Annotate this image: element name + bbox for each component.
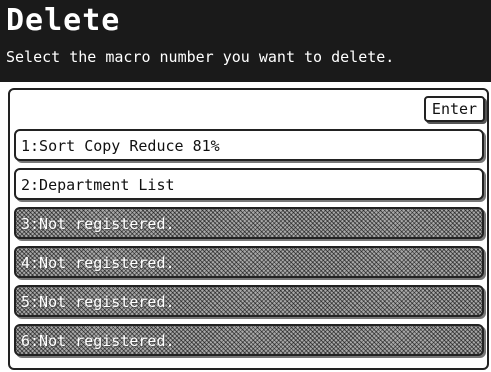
instruction-text: Select the macro number you want to dele… (6, 48, 395, 66)
macro-item-label: 5:Not registered. (21, 293, 175, 311)
enter-button[interactable]: Enter (424, 96, 485, 122)
macro-item-label: 3:Not registered. (21, 215, 175, 233)
macro-item-label: 6:Not registered. (21, 332, 175, 350)
screen: Delete Select the macro number you want … (0, 0, 491, 372)
page-title: Delete (6, 3, 121, 38)
header-bar: Delete Select the macro number you want … (0, 0, 491, 82)
macro-list: 1:Sort Copy Reduce 81% 2:Department List… (14, 129, 486, 363)
macro-item-label: 1:Sort Copy Reduce 81% (21, 137, 220, 155)
macro-item-3[interactable]: 3:Not registered. (14, 207, 484, 239)
macro-item-4[interactable]: 4:Not registered. (14, 246, 484, 278)
macro-item-1[interactable]: 1:Sort Copy Reduce 81% (14, 129, 484, 161)
macro-item-5[interactable]: 5:Not registered. (14, 285, 484, 317)
macro-item-label: 2:Department List (21, 176, 175, 194)
macro-item-2[interactable]: 2:Department List (14, 168, 484, 200)
macro-item-6[interactable]: 6:Not registered. (14, 324, 484, 356)
macro-item-label: 4:Not registered. (21, 254, 175, 272)
